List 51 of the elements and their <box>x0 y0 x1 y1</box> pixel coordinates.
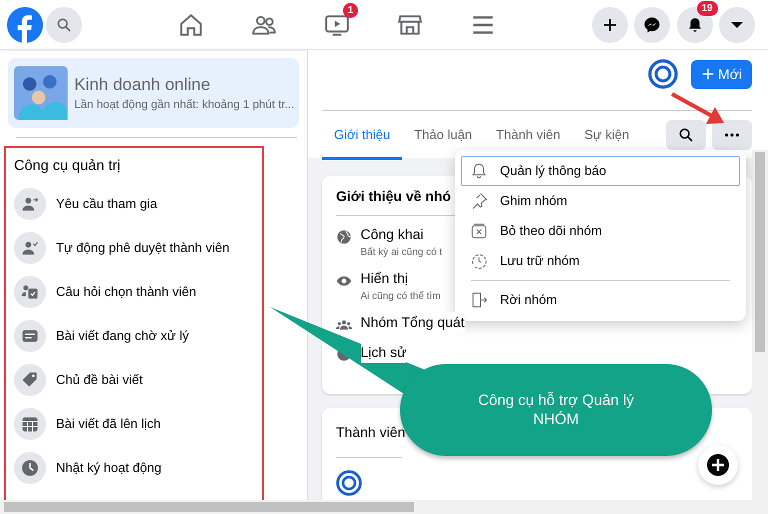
row-title: Nhóm Tổng quát <box>360 312 465 333</box>
group-illustration-drawing <box>14 66 68 120</box>
more-icon <box>725 133 739 138</box>
menu-item[interactable]: Lưu trữ nhóm <box>461 246 740 276</box>
plus-circle-icon <box>706 453 730 477</box>
chat-icon <box>643 16 661 34</box>
vertical-scrollbar[interactable] <box>752 150 768 500</box>
tool-item[interactable]: Tự động phê duyệt thành viên <box>14 226 254 270</box>
menu-item[interactable]: Ghim nhóm <box>461 186 740 216</box>
add-button[interactable] <box>592 6 628 42</box>
pointer-arrow <box>670 92 726 126</box>
clock-icon <box>470 252 488 270</box>
home-icon[interactable] <box>178 12 204 38</box>
menu-item[interactable]: Quản lý thông báo <box>461 156 740 186</box>
notification-badge: 19 <box>696 0 718 16</box>
section-title: Công cụ quản trị <box>14 157 122 176</box>
notification-badge: 1 <box>342 2 358 18</box>
tool-item[interactable]: Nhật ký hoạt động <box>14 446 254 490</box>
tool-item[interactable]: Chủ đề bài viết <box>14 358 254 402</box>
exit-icon <box>470 291 488 309</box>
messenger-button[interactable] <box>634 6 670 42</box>
tab[interactable]: Giới thiệu <box>322 111 402 160</box>
logo-icon[interactable] <box>6 6 42 42</box>
tool-item[interactable]: Yêu cầu tham gia <box>14 182 254 226</box>
row-description: Bất kỳ ai cũng có t <box>360 246 442 260</box>
menu-item[interactable]: Bỏ theo dõi nhóm <box>461 216 740 246</box>
horizontal-scrollbar[interactable] <box>0 500 768 514</box>
tool-item[interactable]: Bài viết đã lên lịch <box>14 402 254 446</box>
unfollow-icon <box>470 222 488 240</box>
group-name: Kinh doanh online <box>74 74 212 96</box>
group-logo-icon <box>648 59 678 89</box>
bell-icon <box>470 162 488 180</box>
more-button[interactable] <box>712 120 752 150</box>
group-card[interactable]: Kinh doanh online Lần hoạt động gần nhất: khoảng 1 phút tr... <box>8 58 299 128</box>
tool-item[interactable]: Bài viết đang chờ xử lý <box>14 314 254 358</box>
search-icon <box>56 16 72 32</box>
globe-icon <box>336 228 352 245</box>
row-title: Lịch sử <box>360 342 406 362</box>
new-button[interactable]: Mới <box>690 60 752 88</box>
account-button[interactable] <box>719 6 755 42</box>
search-button[interactable] <box>666 120 706 150</box>
member-avatar-icon <box>336 470 362 496</box>
tool-item[interactable]: Câu hỏi chọn thành viên <box>14 270 254 314</box>
pin-icon <box>470 192 488 210</box>
clock-icon <box>20 458 40 478</box>
menu-item[interactable]: Rời nhóm <box>461 285 740 315</box>
activity-status: Lần hoạt động gần nhất: khoảng 1 phút tr... <box>74 98 293 114</box>
plus-icon <box>700 67 715 81</box>
search-icon <box>678 127 694 144</box>
row-description: Ai cũng có thể tìm <box>360 290 441 304</box>
caret-icon <box>731 22 743 28</box>
